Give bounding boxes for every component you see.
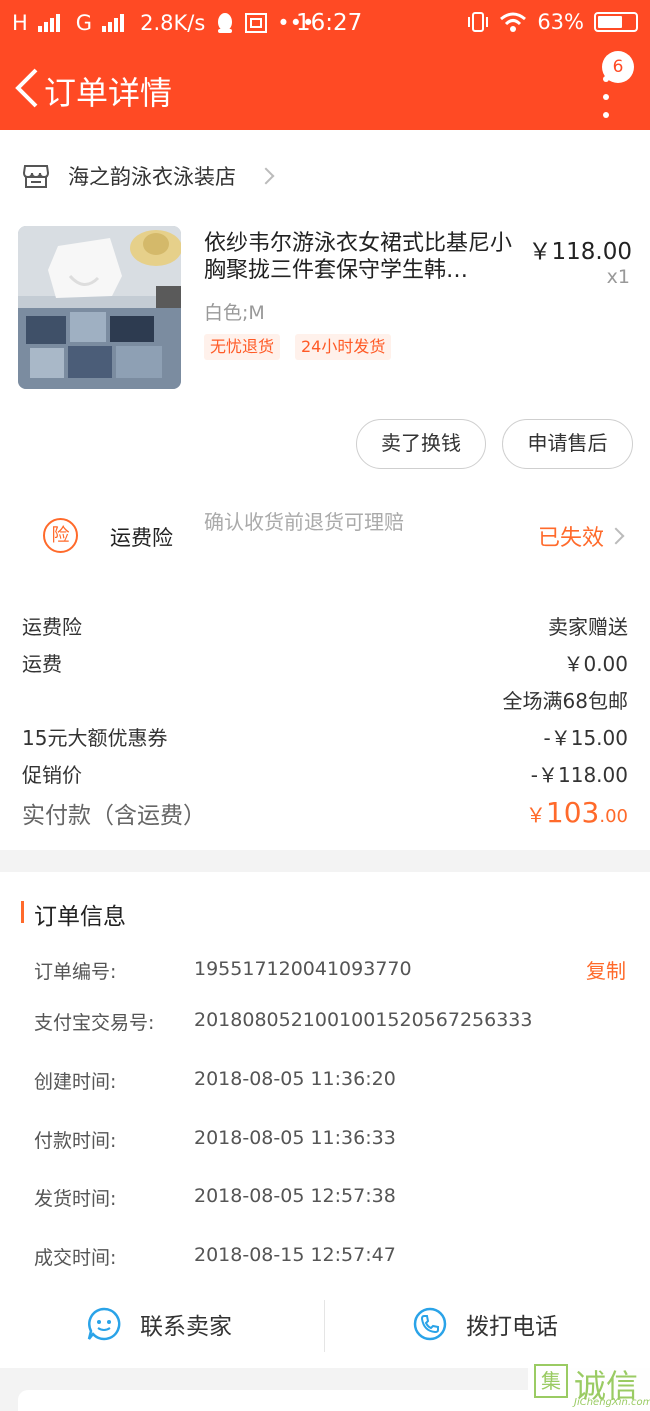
- fee-value-promo: -￥118.00: [530, 763, 628, 787]
- chevron-right-icon: [257, 167, 275, 185]
- call-phone-label: 拨打电话: [466, 1314, 558, 1340]
- wifi-icon: [500, 12, 527, 32]
- vibrate-icon: [468, 12, 489, 32]
- total-amount: ￥103.00: [526, 796, 628, 829]
- shop-name: 海之韵泳衣泳装店: [68, 165, 236, 189]
- contact-divider: [324, 1300, 325, 1352]
- insurance-icon: 险: [43, 518, 78, 553]
- signal-icon: [37, 14, 60, 32]
- page-title: 订单详情: [44, 74, 173, 112]
- product-quantity: x1: [606, 266, 630, 288]
- info-value-shipped: 2018-08-05 12:57:38: [194, 1185, 396, 1207]
- info-label-shipped: 发货时间:: [34, 1188, 117, 1210]
- fee-value-shipping: ￥0.00: [563, 652, 628, 676]
- fee-label-shipping: 运费: [22, 652, 62, 676]
- tag-24h-shipping: 24小时发货: [295, 334, 392, 360]
- fee-label-coupon: 15元大额优惠券: [22, 726, 168, 750]
- product-title[interactable]: 依纱韦尔游泳衣女裙式比基尼小胸聚拢三件套保守学生韩…: [204, 230, 514, 284]
- insurance-status-link[interactable]: 已失效: [538, 520, 604, 552]
- battery-icon: [594, 12, 638, 32]
- total-currency: ￥: [525, 803, 546, 827]
- info-value-alipay-no: 2018080521001001520567256333: [194, 1009, 533, 1031]
- qq-icon: [218, 13, 233, 33]
- total-decimal: .00: [599, 806, 628, 827]
- phone-icon: [413, 1307, 447, 1341]
- nav-bar: 订单详情: [0, 46, 650, 130]
- copy-order-no-button[interactable]: 复制: [586, 955, 626, 984]
- product-thumbnail[interactable]: [18, 226, 181, 389]
- total-integer: 103: [545, 796, 600, 829]
- info-label-paid: 付款时间:: [34, 1130, 117, 1152]
- status-bar: H G 2.8K/s ••• 16:27 63%: [0, 0, 650, 46]
- screenshot-icon: [245, 13, 268, 33]
- contact-seller-button[interactable]: 联系卖家: [86, 1306, 232, 1342]
- order-info-card: [0, 872, 650, 1368]
- chat-bubble-icon: [87, 1307, 121, 1341]
- network-indicator-g: G: [75, 11, 93, 35]
- insurance-description: 确认收货前退货可理赔: [204, 510, 404, 534]
- message-count-badge[interactable]: 6: [602, 51, 634, 83]
- insurance-title: 运费险: [110, 526, 173, 550]
- fee-label-promo: 促销价: [22, 763, 82, 787]
- network-speed: 2.8K/s: [140, 11, 206, 35]
- info-label-order-no: 订单编号:: [34, 961, 117, 983]
- sell-for-cash-button[interactable]: 卖了换钱: [356, 419, 486, 469]
- watermark: 集 诚信 JiChengXin.com: [528, 1360, 650, 1411]
- network-indicator-h: H: [12, 11, 28, 35]
- watermark-box: 集: [534, 1364, 568, 1398]
- battery-percent: 63%: [537, 10, 584, 34]
- tag-free-return: 无忧退货: [204, 334, 281, 360]
- info-label-alipay-no: 支付宝交易号:: [34, 1012, 155, 1034]
- fee-value-shipping-insurance: 卖家赠送: [548, 615, 628, 639]
- watermark-subtext: JiChengXin.com: [574, 1397, 650, 1408]
- info-value-order-no: 195517120041093770: [194, 958, 412, 980]
- info-value-completed: 2018-08-15 12:57:47: [194, 1244, 396, 1266]
- fee-value-coupon: -￥15.00: [543, 726, 628, 750]
- product-price: ￥118.00: [528, 239, 632, 265]
- contact-seller-label: 联系卖家: [140, 1314, 232, 1340]
- section-title-order-info: 订单信息: [34, 904, 126, 930]
- info-label-completed: 成交时间:: [34, 1247, 117, 1269]
- fee-label-shipping-insurance: 运费险: [22, 615, 82, 639]
- store-icon: [22, 165, 50, 188]
- apply-aftersale-button[interactable]: 申请售后: [502, 419, 633, 469]
- info-value-paid: 2018-08-05 11:36:33: [194, 1127, 396, 1149]
- info-value-created: 2018-08-05 11:36:20: [194, 1068, 396, 1090]
- clock: 16:27: [296, 10, 363, 36]
- signal-icon: [102, 14, 125, 32]
- total-label: 实付款（含运费）: [22, 803, 206, 829]
- shop-header[interactable]: 海之韵泳衣泳装店: [22, 158, 275, 194]
- shipping-note: 全场满68包邮: [502, 689, 628, 713]
- product-sku: 白色;M: [204, 302, 265, 324]
- info-label-created: 创建时间:: [34, 1071, 117, 1093]
- back-arrow-icon[interactable]: [12, 66, 42, 110]
- call-phone-button[interactable]: 拨打电话: [412, 1306, 558, 1342]
- section-accent-bar: [21, 901, 24, 923]
